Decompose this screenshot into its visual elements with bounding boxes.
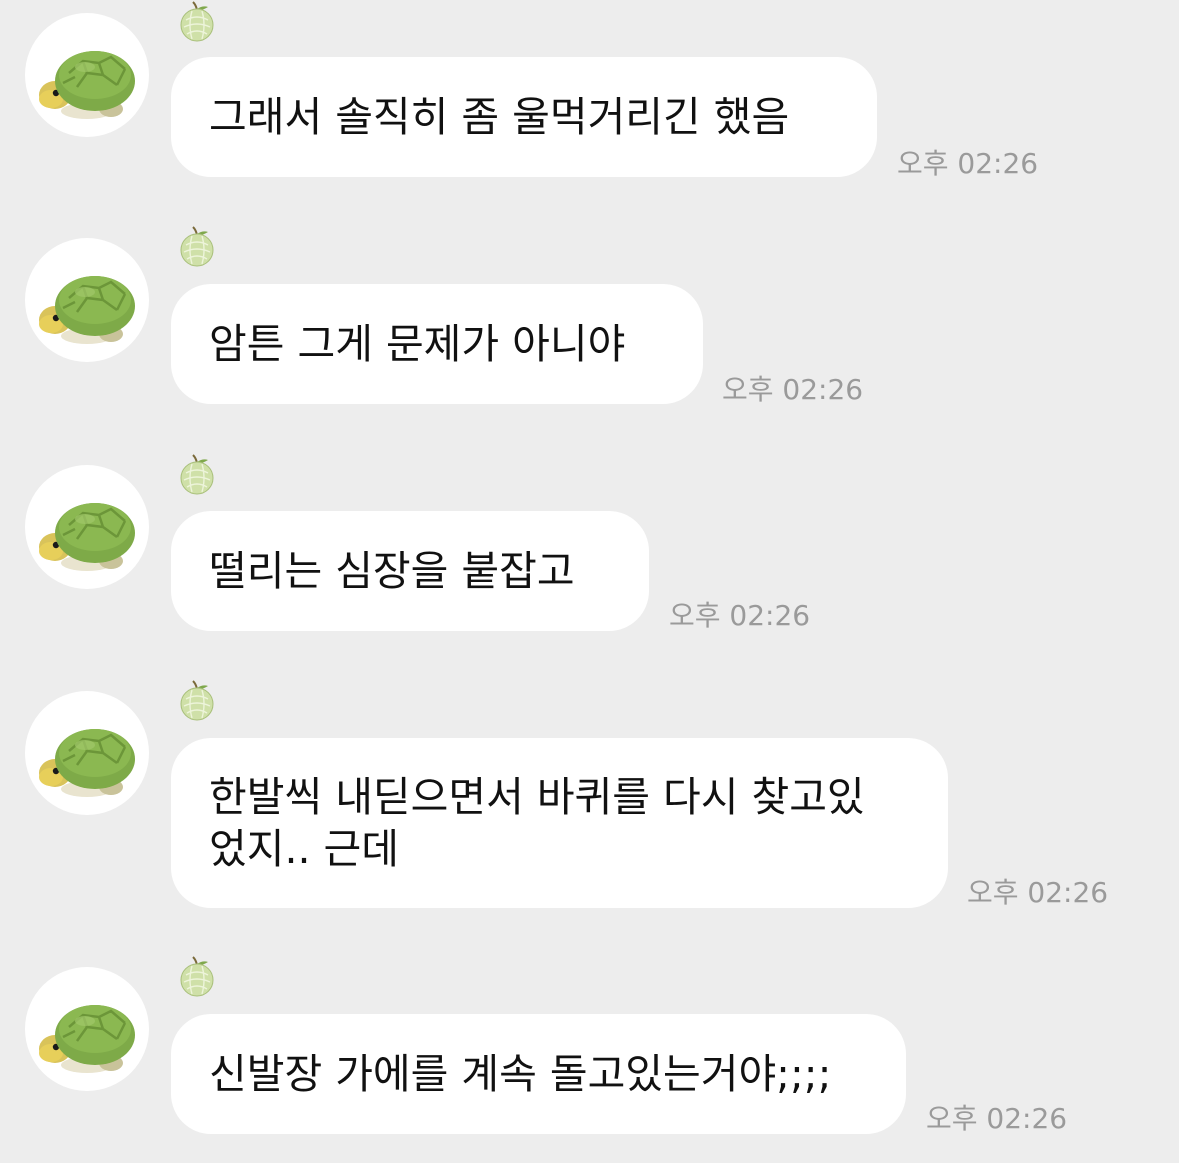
message-bubble[interactable]: 떨리는 심장을 붙잡고 [171, 511, 649, 631]
turtle-avatar-icon[interactable] [25, 967, 149, 1091]
message-timestamp: 오후 02:26 [926, 1102, 1068, 1135]
turtle-avatar-icon[interactable] [25, 691, 149, 815]
message-bubble[interactable]: 신발장 가에를 계속 돌고있는거야;;;; [171, 1014, 906, 1134]
message-timestamp: 오후 02:26 [722, 373, 864, 406]
message-text: 그래서 솔직히 좀 울먹거리긴 했음 [209, 93, 790, 141]
turtle-avatar-icon[interactable] [25, 465, 149, 589]
message-timestamp: 오후 02:26 [897, 147, 1039, 180]
turtle-avatar-icon[interactable] [25, 13, 149, 137]
message-bubble[interactable]: 한발씩 내딛으면서 바퀴를 다시 찾고있 었지.. 근데 [171, 738, 948, 908]
message-bubble[interactable]: 암튼 그게 문제가 아니야 [171, 284, 703, 404]
melon-icon [178, 955, 216, 997]
message-timestamp: 오후 02:26 [669, 599, 811, 632]
melon-icon [178, 453, 216, 495]
message-text: 한발씩 내딛으면서 바퀴를 다시 찾고있 었지.. 근데 [209, 773, 865, 873]
melon-icon [178, 679, 216, 721]
message-text: 신발장 가에를 계속 돌고있는거야;;;; [209, 1050, 832, 1098]
turtle-avatar-icon[interactable] [25, 238, 149, 362]
message-bubble[interactable]: 그래서 솔직히 좀 울먹거리긴 했음 [171, 57, 877, 177]
melon-icon [178, 225, 216, 267]
message-timestamp: 오후 02:26 [967, 876, 1109, 909]
melon-icon [178, 0, 216, 42]
message-text: 떨리는 심장을 붙잡고 [209, 547, 575, 595]
message-text: 암튼 그게 문제가 아니야 [209, 320, 626, 368]
